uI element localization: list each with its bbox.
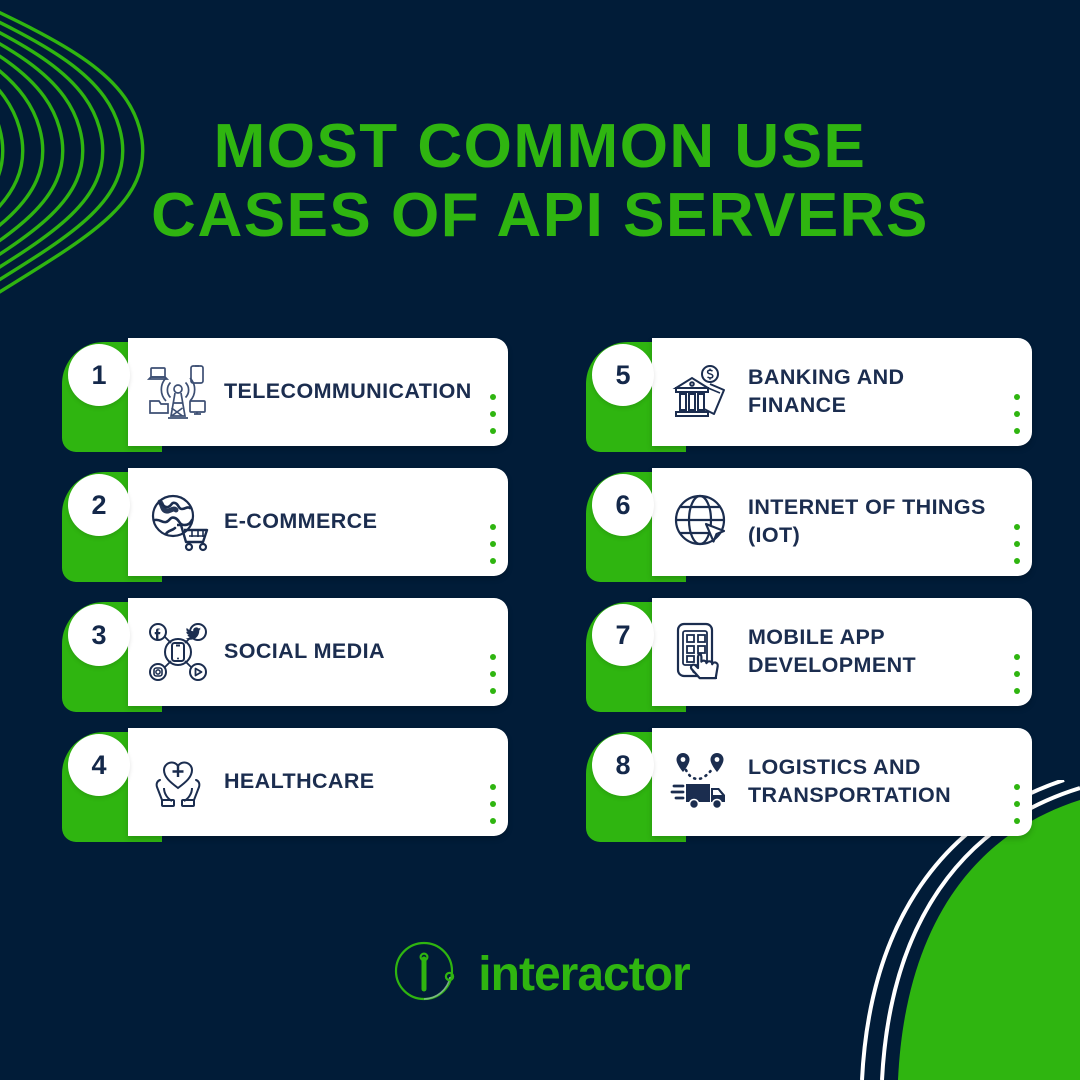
page-title: MOST COMMON USE CASES OF API SERVERS xyxy=(0,112,1080,251)
use-case-card-mobile-app-development[interactable]: MOBILE APP DEVELOPMENT 7 xyxy=(576,598,1032,716)
broadcast-tower-icon xyxy=(132,338,224,446)
use-case-card-telecommunication[interactable]: TELECOMMUNICATION 1 xyxy=(52,338,508,456)
use-case-grid: TELECOMMUNICATION 1 E-COMMERCE 2 SOCIAL … xyxy=(52,338,1032,858)
card-body: BANKING AND FINANCE xyxy=(652,338,1032,446)
page-title-line-1: MOST COMMON USE xyxy=(213,112,867,181)
card-number-badge: 6 xyxy=(592,474,654,536)
card-label: MOBILE APP DEVELOPMENT xyxy=(748,625,917,677)
card-label: E-COMMERCE xyxy=(224,509,378,534)
phone-hand-tap-icon xyxy=(656,598,748,706)
brand-name: interactor xyxy=(478,948,690,1001)
globe-cursor-icon xyxy=(656,468,748,576)
card-dots xyxy=(490,654,496,694)
card-dots xyxy=(490,784,496,824)
card-number-badge: 8 xyxy=(592,734,654,796)
card-dots xyxy=(490,524,496,564)
bank-money-icon xyxy=(656,338,748,446)
card-dots xyxy=(1014,394,1020,434)
card-body: LOGISTICS AND TRANSPORTATION xyxy=(652,728,1032,836)
use-case-card-healthcare[interactable]: HEALTHCARE 4 xyxy=(52,728,508,846)
use-case-card-social-media[interactable]: SOCIAL MEDIA 3 xyxy=(52,598,508,716)
interactor-circle-i-icon xyxy=(390,935,464,1014)
truck-route-pins-icon xyxy=(656,728,748,836)
hands-heart-cross-icon xyxy=(132,728,224,836)
card-label: TELECOMMUNICATION xyxy=(224,379,472,404)
use-case-column-right: BANKING AND FINANCE 5 INTERNET OF THINGS… xyxy=(576,338,1032,858)
card-number-badge: 4 xyxy=(68,734,130,796)
use-case-card-banking-and-finance[interactable]: BANKING AND FINANCE 5 xyxy=(576,338,1032,456)
card-number-badge: 2 xyxy=(68,474,130,536)
card-dots xyxy=(490,394,496,434)
card-label: BANKING AND FINANCE xyxy=(748,365,905,417)
page-title-line-2: CASES OF API SERVERS xyxy=(151,181,929,251)
card-label: LOGISTICS AND TRANSPORTATION xyxy=(748,755,952,807)
card-label: INTERNET OF THINGS (IOT) xyxy=(748,495,986,547)
card-body: MOBILE APP DEVELOPMENT xyxy=(652,598,1032,706)
globe-shopping-cart-icon xyxy=(132,468,224,576)
social-network-phone-icon xyxy=(132,598,224,706)
brand-footer: interactor xyxy=(0,935,1080,1014)
card-dots xyxy=(1014,654,1020,694)
card-number-badge: 1 xyxy=(68,344,130,406)
card-dots xyxy=(1014,524,1020,564)
card-number-badge: 3 xyxy=(68,604,130,666)
card-body: INTERNET OF THINGS (IOT) xyxy=(652,468,1032,576)
use-case-card-e-commerce[interactable]: E-COMMERCE 2 xyxy=(52,468,508,586)
use-case-column-left: TELECOMMUNICATION 1 E-COMMERCE 2 SOCIAL … xyxy=(52,338,508,858)
card-body: SOCIAL MEDIA xyxy=(128,598,508,706)
card-number-badge: 5 xyxy=(592,344,654,406)
use-case-card-internet-of-things[interactable]: INTERNET OF THINGS (IOT) 6 xyxy=(576,468,1032,586)
use-case-card-logistics-and-transportation[interactable]: LOGISTICS AND TRANSPORTATION 8 xyxy=(576,728,1032,846)
card-body: HEALTHCARE xyxy=(128,728,508,836)
card-label: HEALTHCARE xyxy=(224,769,375,794)
card-body: E-COMMERCE xyxy=(128,468,508,576)
card-number-badge: 7 xyxy=(592,604,654,666)
card-label: SOCIAL MEDIA xyxy=(224,639,385,664)
card-body: TELECOMMUNICATION xyxy=(128,338,508,446)
card-dots xyxy=(1014,784,1020,824)
